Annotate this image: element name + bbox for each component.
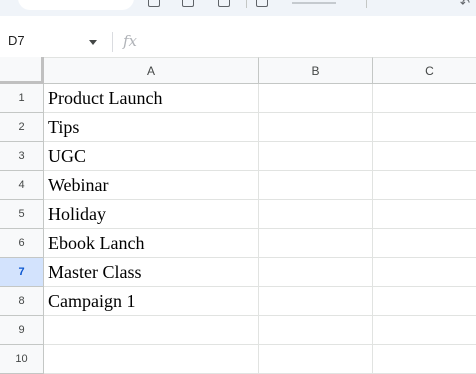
row-header[interactable]: 8 [0,287,44,316]
cell-a1[interactable]: Product Launch [44,84,259,113]
cell-a4[interactable]: Webinar [44,171,259,200]
formula-bar: D7 fx [0,26,476,57]
column-header-a[interactable]: A [44,57,259,84]
cell-c8[interactable] [373,287,476,316]
row-header[interactable]: 4 [0,171,44,200]
row-header[interactable]: 5 [0,200,44,229]
cell-c1[interactable] [373,84,476,113]
cell-a3[interactable]: UGC [44,142,259,171]
cell-c9[interactable] [373,316,476,345]
cell-c3[interactable] [373,142,476,171]
cell-a6[interactable]: Ebook Lanch [44,229,259,258]
toolbar-search-pill[interactable] [18,0,134,10]
fx-icon: fx [123,32,138,50]
cell-c5[interactable] [373,200,476,229]
cell-a2[interactable]: Tips [44,113,259,142]
paint-format-icon[interactable] [182,0,194,7]
row-header[interactable]: 1 [0,84,44,113]
name-box[interactable]: D7 [8,33,25,49]
cell-c2[interactable] [373,113,476,142]
cell-b10[interactable] [259,345,373,374]
cell-b4[interactable] [259,171,373,200]
format-dropdown[interactable] [292,0,336,4]
cell-c7[interactable] [373,258,476,287]
formula-input[interactable] [150,31,470,51]
toolbar: ↶ [0,0,476,16]
row-header[interactable]: 2 [0,113,44,142]
row-header[interactable]: 3 [0,142,44,171]
currency-icon[interactable] [256,0,268,7]
cell-c10[interactable] [373,345,476,374]
formula-bar-divider [112,32,113,52]
cell-b5[interactable] [259,200,373,229]
cell-b9[interactable] [259,316,373,345]
cell-b2[interactable] [259,113,373,142]
row-header[interactable]: 6 [0,229,44,258]
toolbar-divider [366,0,367,8]
toolbar-divider [246,0,247,8]
undo-icon[interactable]: ↶ [460,0,470,9]
cell-c4[interactable] [373,171,476,200]
select-all-corner[interactable] [0,57,44,84]
cell-a8[interactable]: Campaign 1 [44,287,259,316]
row-header[interactable]: 9 [0,316,44,345]
cell-a5[interactable]: Holiday [44,200,259,229]
column-header-c[interactable]: C [373,57,476,84]
spreadsheet-grid: A B C 1 Product Launch 2 Tips 3 UGC 4 Webinar 5 H… [0,57,476,374]
print-icon[interactable] [148,0,160,7]
zoom-icon[interactable] [218,0,230,7]
name-box-dropdown-icon[interactable] [89,40,97,45]
cell-b7[interactable] [259,258,373,287]
cell-a7[interactable]: Master Class [44,258,259,287]
cell-b6[interactable] [259,229,373,258]
cell-b1[interactable] [259,84,373,113]
cell-b3[interactable] [259,142,373,171]
cell-c6[interactable] [373,229,476,258]
row-header[interactable]: 7 [0,258,44,287]
cell-a9[interactable] [44,316,259,345]
cell-b8[interactable] [259,287,373,316]
column-header-b[interactable]: B [259,57,373,84]
cell-a10[interactable] [44,345,259,374]
row-header[interactable]: 10 [0,345,44,374]
